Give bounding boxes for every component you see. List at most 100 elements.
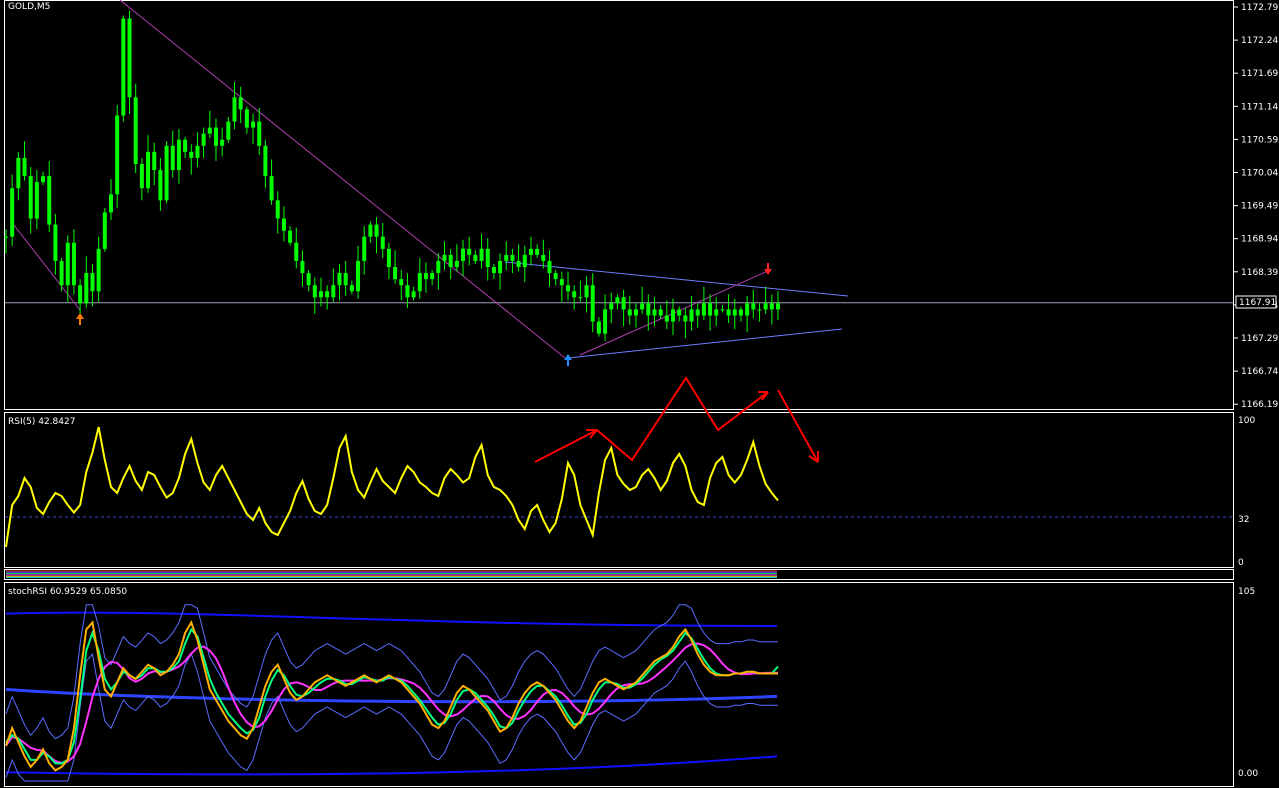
candle-body xyxy=(47,176,52,225)
plot-layer xyxy=(4,0,1233,782)
price-tick-label: 1166.74 xyxy=(1241,367,1278,377)
stoch-level-top: 105 xyxy=(1238,587,1255,597)
candle-body xyxy=(732,309,737,316)
buy-arrow-icon xyxy=(76,313,84,325)
rsi-line xyxy=(5,426,779,548)
candle-body xyxy=(331,285,336,298)
candle-body xyxy=(251,121,256,128)
candle-body xyxy=(436,260,441,274)
annotation-zigzag xyxy=(534,376,769,463)
candle-body xyxy=(677,309,682,316)
candle-body xyxy=(399,279,404,286)
price-tick-label: 1170.04 xyxy=(1241,169,1278,179)
main-panel-title: GOLD,M5 xyxy=(8,2,50,12)
candle-body xyxy=(547,260,552,274)
candle-body xyxy=(559,279,564,286)
candle-body xyxy=(28,176,33,219)
rsi-level-0: 0 xyxy=(1238,558,1244,568)
candle-body xyxy=(115,115,120,195)
candle-body xyxy=(78,285,83,304)
candle-body xyxy=(633,309,638,316)
candle-body xyxy=(176,139,181,171)
candle-body xyxy=(510,254,515,261)
candle-body xyxy=(751,303,756,310)
downtrend-line xyxy=(119,0,566,359)
candle-body xyxy=(325,291,330,298)
candle-body xyxy=(183,139,188,152)
candle-body xyxy=(417,273,422,292)
candle-body xyxy=(411,291,416,298)
rsi-panel-title: RSI(5) 42.8427 xyxy=(8,417,75,427)
candle-body xyxy=(362,236,367,261)
candle-body xyxy=(473,254,478,261)
price-tick-label: 1170.59 xyxy=(1241,135,1278,145)
candle-body xyxy=(349,285,354,292)
candle-body xyxy=(84,273,89,304)
candle-body xyxy=(102,212,107,249)
candle-body xyxy=(615,297,620,304)
candle-body xyxy=(96,248,101,292)
candle-body xyxy=(41,176,46,183)
price-tick-label: 1169.49 xyxy=(1241,202,1278,212)
price-axis: 1172.79 1172.24 1171.69 1171.14 1170.59 1170.… xyxy=(1234,3,1278,410)
candle-body xyxy=(343,273,348,286)
candle-body xyxy=(152,151,157,171)
candle-body xyxy=(485,248,490,267)
candle-body xyxy=(763,303,768,310)
stoch-panel-title: stochRSI 60.9529 65.0850 xyxy=(8,587,127,597)
candle-body xyxy=(244,109,249,128)
candle-body xyxy=(461,248,466,261)
candle-body xyxy=(380,236,385,249)
candle-body xyxy=(59,260,64,286)
stoch-lower-band xyxy=(5,755,778,776)
candle-body xyxy=(504,254,509,261)
price-tick-label: 1171.14 xyxy=(1241,102,1278,112)
candle-body xyxy=(776,303,780,310)
price-tick-label: 1172.79 xyxy=(1241,3,1278,13)
candle-body xyxy=(238,97,243,110)
stoch-upper-band xyxy=(5,611,778,627)
candle-body xyxy=(553,273,558,280)
candle-body xyxy=(263,145,268,177)
candle-body xyxy=(312,285,317,298)
candle-body xyxy=(491,267,496,274)
candle-body xyxy=(269,176,274,201)
candle-body xyxy=(701,303,706,316)
price-tick-label: 1168.94 xyxy=(1241,235,1278,245)
candle-body xyxy=(201,133,206,146)
candle-body xyxy=(374,224,379,237)
rsi-panel-frame xyxy=(4,412,1234,568)
candle-body xyxy=(288,230,293,243)
stoch-level-bottom: 0.00 xyxy=(1238,769,1258,779)
candle-body xyxy=(275,200,280,219)
candle-body xyxy=(133,97,138,164)
candle-body xyxy=(708,303,713,316)
current-price-label: 1167.91 xyxy=(1239,298,1276,308)
candle-body xyxy=(121,18,126,116)
candle-body xyxy=(590,285,595,322)
candle-body xyxy=(664,315,669,322)
price-tick-label: 1171.69 xyxy=(1241,69,1278,79)
candle-body xyxy=(652,309,657,316)
candle-body xyxy=(695,309,700,316)
candle-body xyxy=(627,309,632,316)
candle-body xyxy=(368,224,373,237)
candle-body xyxy=(430,273,435,280)
candle-body xyxy=(454,260,459,267)
candle-body xyxy=(65,242,70,286)
candle-body xyxy=(318,291,323,298)
current-price-tag: 1167.91 xyxy=(1235,295,1277,309)
candle-body xyxy=(232,97,237,122)
candle-body xyxy=(356,260,361,292)
candle-body xyxy=(53,224,58,261)
candle-body xyxy=(621,297,626,310)
triangle-lower-line xyxy=(567,328,843,359)
trading-chart: GOLD,M5 RSI(5) 42.8427 stochRSI 60.9529 … xyxy=(4,0,1278,787)
main-panel-frame xyxy=(4,0,1234,410)
candle-body xyxy=(337,273,342,286)
candle-body xyxy=(423,273,428,280)
annotation-down-arrow xyxy=(777,389,819,463)
candle-body xyxy=(127,18,132,98)
candle-body xyxy=(207,127,212,134)
candle-body xyxy=(300,260,305,274)
